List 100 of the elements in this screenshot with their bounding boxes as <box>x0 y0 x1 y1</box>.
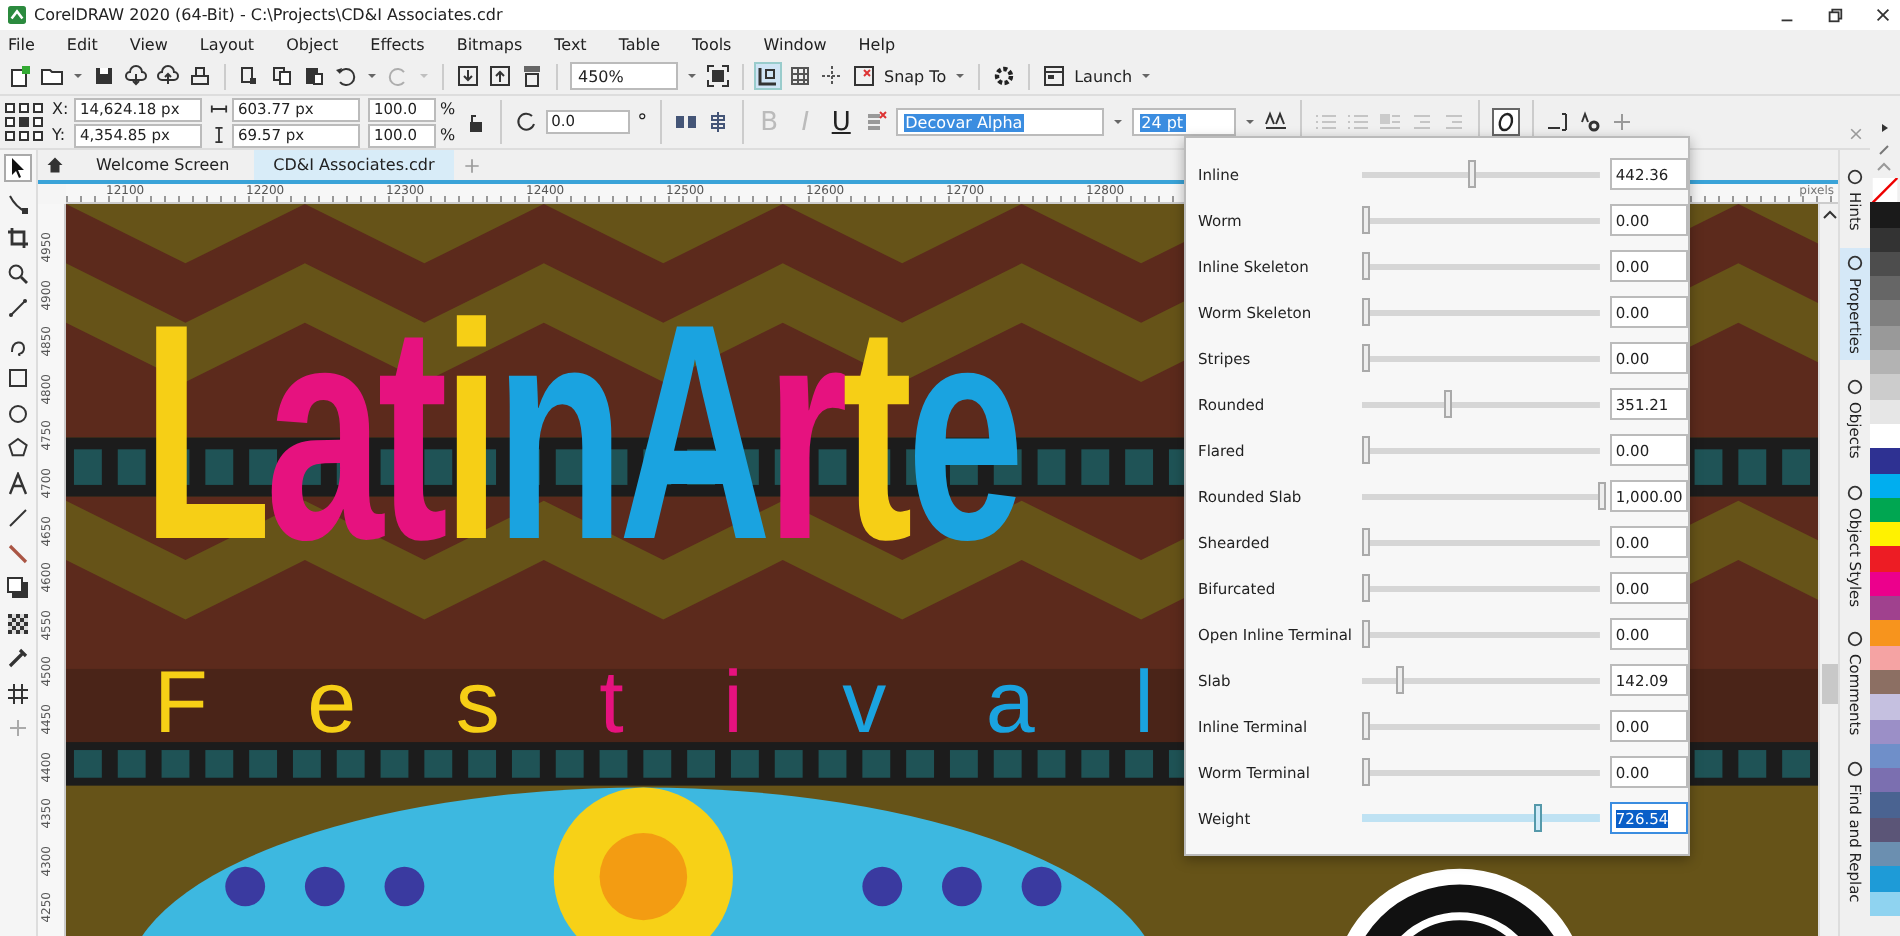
zoom-tool-icon[interactable] <box>6 261 30 285</box>
color-swatch[interactable] <box>1870 719 1900 744</box>
home-icon[interactable] <box>46 156 64 174</box>
add-tab-icon[interactable] <box>462 155 483 175</box>
color-swatch[interactable] <box>1870 571 1900 597</box>
add-icon[interactable] <box>6 716 30 740</box>
menu-item[interactable]: Help <box>858 35 896 53</box>
fill-tool-icon[interactable] <box>6 681 30 705</box>
color-swatch[interactable] <box>1870 620 1900 646</box>
caret-icon[interactable] <box>366 70 378 82</box>
guidelines-icon[interactable] <box>820 64 844 88</box>
shape-tool-icon[interactable] <box>6 191 30 215</box>
menu-item[interactable]: Layout <box>199 35 255 53</box>
new-document-icon[interactable] <box>8 64 32 88</box>
menu-item[interactable]: Effects <box>370 35 425 53</box>
color-swatch[interactable] <box>1870 768 1900 793</box>
menu-item[interactable]: View <box>129 35 168 53</box>
color-swatch[interactable] <box>1870 300 1900 326</box>
snap-off-icon[interactable] <box>852 64 876 88</box>
decrease-indent-icon[interactable] <box>1441 110 1466 134</box>
menu-item[interactable]: Edit <box>66 35 98 53</box>
slider-thumb[interactable] <box>1361 436 1370 464</box>
color-swatch[interactable] <box>1870 325 1900 351</box>
freehand-tool-icon[interactable] <box>6 296 30 320</box>
crop-tool-icon[interactable] <box>6 226 30 250</box>
slider-thumb[interactable] <box>1361 528 1370 556</box>
grid-icon[interactable] <box>788 64 812 88</box>
slider-thumb[interactable] <box>1361 206 1370 234</box>
color-swatch[interactable] <box>1870 743 1900 769</box>
snap-to-dropdown[interactable]: Snap To <box>884 67 947 85</box>
full-screen-icon[interactable] <box>706 64 730 88</box>
close-icon[interactable] <box>1874 6 1892 24</box>
line-tool-icon[interactable] <box>6 506 30 530</box>
save-icon[interactable] <box>92 64 116 88</box>
bullet-list-icon[interactable] <box>1313 110 1338 134</box>
slider-thumb[interactable] <box>1361 344 1370 372</box>
print-icon[interactable] <box>188 64 212 88</box>
color-swatch[interactable] <box>1870 891 1900 916</box>
no-color-swatch[interactable] <box>1870 178 1900 203</box>
dropdown-arrow-icon[interactable] <box>1243 116 1256 128</box>
color-swatch[interactable] <box>1870 645 1900 670</box>
connector-tool-icon[interactable] <box>6 541 30 565</box>
caret-icon[interactable] <box>1140 70 1153 82</box>
color-swatch[interactable] <box>1870 448 1900 474</box>
undo-icon[interactable] <box>334 64 358 88</box>
menu-item[interactable]: Text <box>554 35 587 53</box>
character-settings-icon[interactable] <box>1577 110 1602 134</box>
menu-item[interactable]: Tools <box>692 35 732 53</box>
polygon-tool-icon[interactable] <box>6 436 30 460</box>
settings-icon[interactable] <box>992 64 1017 88</box>
increase-indent-icon[interactable] <box>1409 110 1434 134</box>
slider-thumb[interactable] <box>1361 758 1370 786</box>
font-variations-icon[interactable] <box>1263 110 1288 134</box>
color-swatch[interactable] <box>1870 251 1900 277</box>
opentype-icon[interactable] <box>1491 108 1520 136</box>
expand-arrow-icon[interactable] <box>1876 120 1892 136</box>
color-swatch[interactable] <box>1870 817 1900 843</box>
slider-thumb[interactable] <box>1361 712 1370 740</box>
document-tab[interactable]: CD&I Associates.cdr <box>253 150 455 180</box>
export-icon[interactable] <box>488 64 512 88</box>
document-tab[interactable]: Welcome Screen <box>76 150 250 180</box>
text-style-button[interactable]: U <box>827 107 856 137</box>
color-swatch[interactable] <box>1870 473 1900 498</box>
dropdown-arrow-icon[interactable] <box>686 70 698 82</box>
slider-thumb[interactable] <box>1395 666 1403 694</box>
color-swatch[interactable] <box>1870 866 1900 892</box>
color-swatch[interactable] <box>1870 202 1900 228</box>
scroll-up-icon[interactable] <box>1822 208 1838 224</box>
pointer-tool-icon[interactable] <box>6 156 30 180</box>
slider-thumb[interactable] <box>1444 390 1453 418</box>
folder-icon[interactable] <box>40 64 64 88</box>
caret-icon[interactable] <box>954 70 967 82</box>
menu-item[interactable]: Bitmaps <box>456 35 523 53</box>
slider-thumb[interactable] <box>1361 574 1370 602</box>
color-swatch[interactable] <box>1870 546 1900 572</box>
window-icon[interactable] <box>1042 64 1067 88</box>
menu-item[interactable]: File <box>8 35 35 53</box>
transparency-tool-icon[interactable] <box>6 611 30 635</box>
caret-icon[interactable] <box>72 70 84 82</box>
color-swatch[interactable] <box>1870 374 1900 400</box>
rectangle-tool-icon[interactable] <box>6 366 30 390</box>
launch-dropdown[interactable]: Launch <box>1074 67 1133 85</box>
reference-point-icon[interactable] <box>4 102 44 142</box>
shadow-tool-icon[interactable] <box>6 576 30 600</box>
restore-icon[interactable] <box>1826 6 1844 24</box>
rulers-icon[interactable] <box>756 64 780 88</box>
color-swatch[interactable] <box>1870 694 1900 720</box>
color-swatch[interactable] <box>1870 669 1900 695</box>
color-swatch[interactable] <box>1870 792 1900 818</box>
slider-thumb[interactable] <box>1468 160 1477 188</box>
menu-item[interactable]: Object <box>286 35 339 53</box>
color-swatch[interactable] <box>1870 497 1900 523</box>
dropdown-arrow-icon[interactable] <box>1111 116 1124 128</box>
mirror-vertical-icon[interactable] <box>705 110 730 134</box>
slider-thumb[interactable] <box>1361 620 1370 648</box>
color-swatch[interactable] <box>1870 350 1900 375</box>
eyedropper-tool-icon[interactable] <box>6 646 30 670</box>
slider-thumb[interactable] <box>1361 252 1370 280</box>
cloud-upload-icon[interactable] <box>156 64 180 88</box>
paste-icon[interactable] <box>302 64 326 88</box>
